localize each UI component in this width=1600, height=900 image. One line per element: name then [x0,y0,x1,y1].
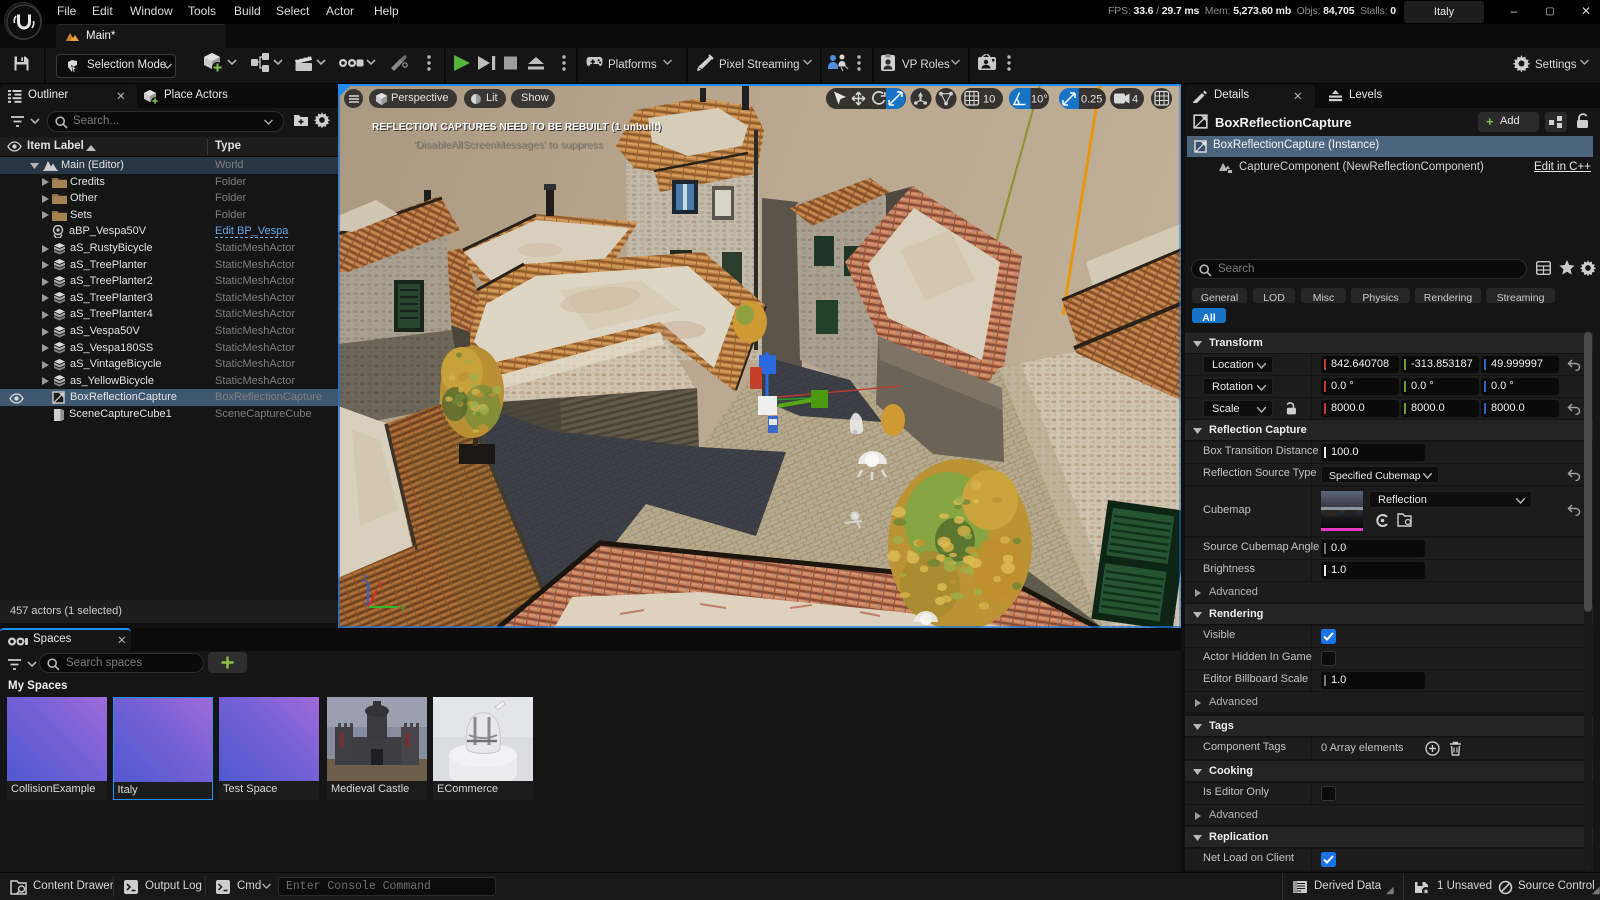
svg-text:10: 10 [983,94,995,106]
svg-text:Z: Z [362,574,368,584]
svg-text:X: X [377,580,383,590]
svg-text:0.25: 0.25 [1081,94,1102,106]
svg-text:Y: Y [400,604,406,614]
svg-text:10°: 10° [1031,94,1048,106]
svg-text:4: 4 [1132,94,1138,106]
